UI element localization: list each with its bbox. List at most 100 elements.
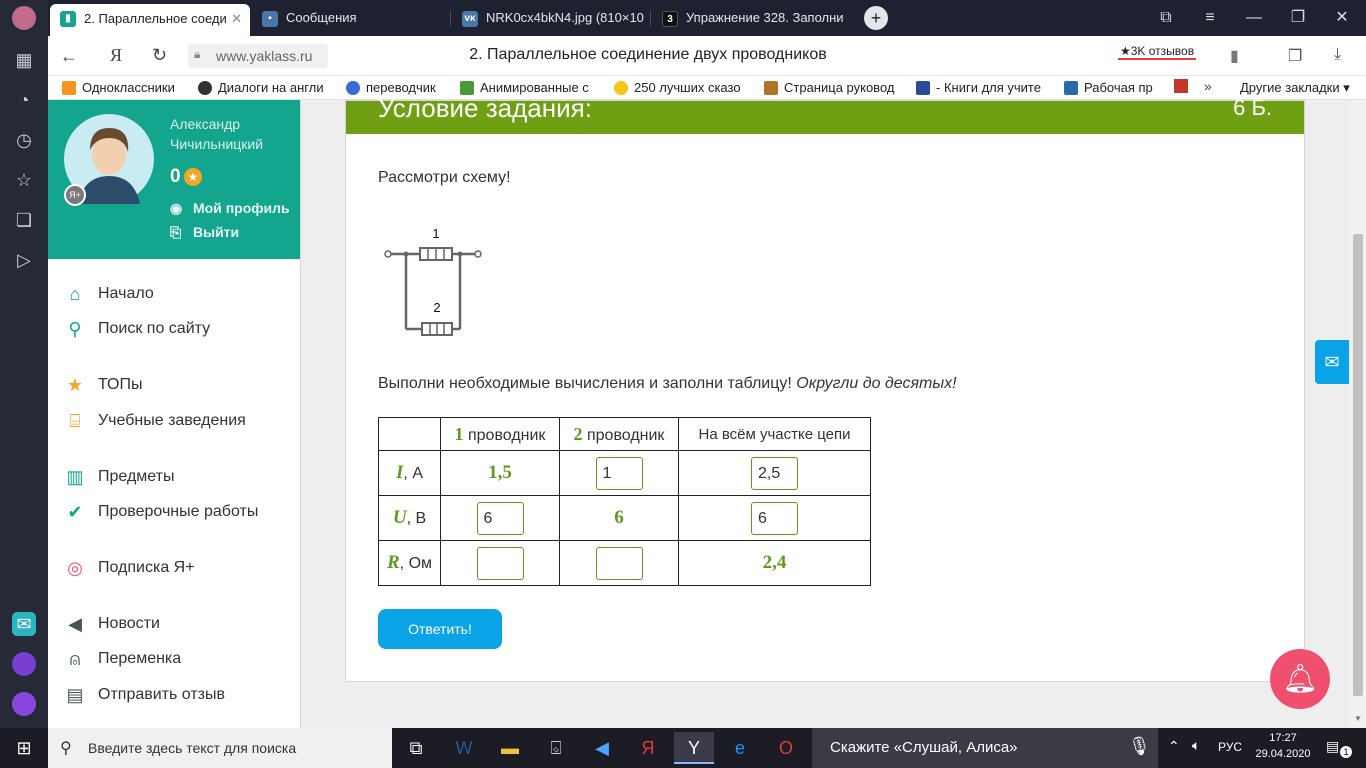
collections-icon[interactable]: ❏	[12, 208, 36, 232]
tab-image[interactable]: ᴠᴋ NRK0cx4bkN4.jpg (810×10	[452, 4, 648, 32]
lock-icon: 🔒︎	[194, 47, 201, 61]
close-window-icon[interactable]: ✕	[1320, 0, 1364, 36]
star-icon[interactable]: ☆	[12, 168, 36, 192]
scrollbar-thumb[interactable]	[1353, 234, 1363, 696]
tab-switcher-icon[interactable]: ⧉	[1144, 0, 1188, 36]
nav-news[interactable]: ◀ Новости	[64, 612, 160, 636]
megaphone-icon: ◀	[68, 614, 82, 634]
nav-break[interactable]: ⍝ Переменка	[64, 647, 182, 671]
star-icon: ★	[66, 375, 84, 395]
vk-favicon-icon: ▪	[262, 11, 278, 27]
submit-button[interactable]: Ответить!	[378, 609, 502, 649]
notifications-bell-button[interactable]: 🔔︎	[1270, 649, 1330, 709]
tray-up-icon[interactable]: ⌃	[1168, 738, 1180, 755]
bell-icon[interactable]: ◔	[12, 88, 36, 112]
windows-start-icon[interactable]: ⊞	[4, 732, 44, 764]
tab-label: 2. Параллельное соеди	[84, 11, 227, 26]
input-i-total[interactable]: 2,5	[751, 456, 798, 490]
more-bookmarks-icon[interactable]: »	[1204, 78, 1212, 94]
bookmark-item[interactable]: 250 лучших сказо	[614, 80, 746, 98]
input-u1[interactable]: 6	[476, 501, 524, 535]
cell-u2: 6	[559, 495, 679, 541]
input-r2[interactable]	[595, 546, 643, 580]
clock-time[interactable]: 17:27	[1258, 732, 1308, 744]
header-conductor-1: 1 проводник	[440, 417, 560, 451]
edge-icon[interactable]: e	[720, 732, 760, 764]
bookmark-item[interactable]: Страница руковод	[764, 80, 898, 98]
yandex-browser-icon[interactable]: Y	[674, 732, 714, 764]
yandex-app-icon[interactable]: Я	[628, 732, 668, 764]
file-explorer-icon[interactable]: ▬	[490, 732, 530, 764]
reload-icon[interactable]: ↻	[152, 45, 167, 66]
media-icon[interactable]: ◀	[582, 732, 622, 764]
alice-icon[interactable]	[12, 692, 36, 716]
speaker-icon[interactable]: 🔈︎	[1192, 737, 1200, 754]
opera-icon[interactable]: O	[766, 732, 806, 764]
nav-search[interactable]: ⚲ Поиск по сайту	[64, 317, 210, 341]
nav-subscription[interactable]: ◎ Подписка Я+	[64, 556, 194, 580]
clock-date[interactable]: 29.04.2020	[1252, 748, 1314, 760]
tab-messages[interactable]: ▪ Сообщения	[252, 4, 448, 32]
table-row-voltage: U, В 6 6 6	[378, 495, 871, 541]
download-icon[interactable]: ⤓	[1334, 46, 1341, 64]
my-profile-link[interactable]: ◉ Мой профиль	[170, 200, 290, 216]
site-sidebar: Я+ Александр Чичильницкий 0 ★ ◉ Мой профи…	[48, 100, 301, 728]
new-tab-button[interactable]: +	[864, 6, 888, 30]
store-icon[interactable]: ⌺	[536, 732, 576, 764]
guide-icon	[764, 81, 778, 95]
task-points: 6 Б.	[1233, 95, 1272, 120]
nav-tests[interactable]: ✔ Проверочные работы	[64, 500, 258, 524]
bookmark-item[interactable]: Диалоги на англи	[198, 80, 330, 98]
cell-r2	[559, 540, 679, 586]
bookmark-item[interactable]: Рабочая пр	[1064, 80, 1158, 98]
messenger-icon[interactable]: ✉	[12, 612, 36, 636]
nav-subjects[interactable]: ▥ Предметы	[64, 465, 174, 489]
bookmark-icon[interactable]: ▮	[1230, 46, 1239, 66]
history-icon[interactable]: ◷	[12, 128, 36, 152]
scroll-down-icon[interactable]: ▼	[1354, 714, 1362, 723]
maximize-icon[interactable]: ❐	[1276, 0, 1320, 36]
cell-i2: 1	[559, 450, 679, 496]
nav-tops[interactable]: ★ ТОПы	[64, 373, 143, 397]
bookmark-item[interactable]: - Книги для учите	[916, 80, 1048, 98]
alice-voice-bar[interactable]: Скажите «Слушай, Алиса» 🎙︎	[812, 728, 1158, 768]
close-icon[interactable]: ✕	[231, 4, 242, 34]
sun-icon	[614, 81, 628, 95]
reviews-badge[interactable]: ★3K отзывов	[1118, 44, 1197, 60]
task-header-title: Условие задания:	[378, 93, 592, 123]
nav-schools[interactable]: ⌸ Учебные заведения	[64, 409, 246, 433]
input-i2[interactable]: 1	[595, 456, 643, 490]
star-icon: ★	[184, 168, 202, 186]
cell-i-total: 2,5	[678, 450, 871, 496]
bookmark-item[interactable]: Одноклассники	[62, 80, 184, 98]
user-avatar-icon[interactable]	[12, 6, 36, 30]
minimize-icon[interactable]: —	[1232, 0, 1276, 36]
input-u-total[interactable]: 6	[751, 501, 798, 535]
grid-icon[interactable]: ▦	[12, 48, 36, 72]
mail-feedback-button[interactable]: ✉	[1315, 340, 1349, 384]
alice-app-icon[interactable]	[12, 652, 36, 676]
bookmark-misc-icon[interactable]	[1174, 79, 1188, 93]
word-icon[interactable]: W	[444, 732, 484, 764]
vk-favicon-icon: ᴠᴋ	[462, 11, 478, 27]
language-indicator[interactable]: РУС	[1218, 740, 1242, 754]
url-box[interactable]: 🔒︎ www.yaklass.ru	[188, 44, 328, 68]
nav-feedback[interactable]: ▤ Отправить отзыв	[64, 683, 225, 707]
tab-bar: ▮ 2. Параллельное соеди ✕ ▪ Сообщения ᴠᴋ…	[48, 0, 1366, 36]
notification-center-icon[interactable]: ▤	[1326, 738, 1339, 755]
task-view-icon[interactable]: ⧉	[396, 732, 436, 764]
tab-label: Сообщения	[286, 10, 357, 25]
logout-link[interactable]: ⎘ Выйти	[170, 224, 239, 240]
yandex-icon[interactable]: Я	[110, 45, 122, 66]
play-icon[interactable]: ▷	[12, 248, 36, 272]
task-card: Условие задания: 6 Б. Рассмотри схему! 1…	[345, 93, 1305, 682]
input-r1[interactable]	[476, 546, 524, 580]
tab-exercise[interactable]: 3 Упражнение 328. Заполни	[652, 4, 848, 32]
back-icon[interactable]: ←	[60, 46, 78, 67]
extensions-icon[interactable]: ❐	[1288, 46, 1302, 66]
taskbar-search[interactable]: ⚲ Введите здесь текст для поиска	[48, 728, 392, 768]
tab-parallel-connection[interactable]: ▮ 2. Параллельное соеди ✕	[50, 4, 250, 36]
nav-home[interactable]: ⌂ Начало	[64, 282, 154, 306]
page-scrollbar[interactable]: ▼	[1350, 100, 1366, 728]
menu-icon[interactable]: ≡	[1188, 0, 1232, 36]
